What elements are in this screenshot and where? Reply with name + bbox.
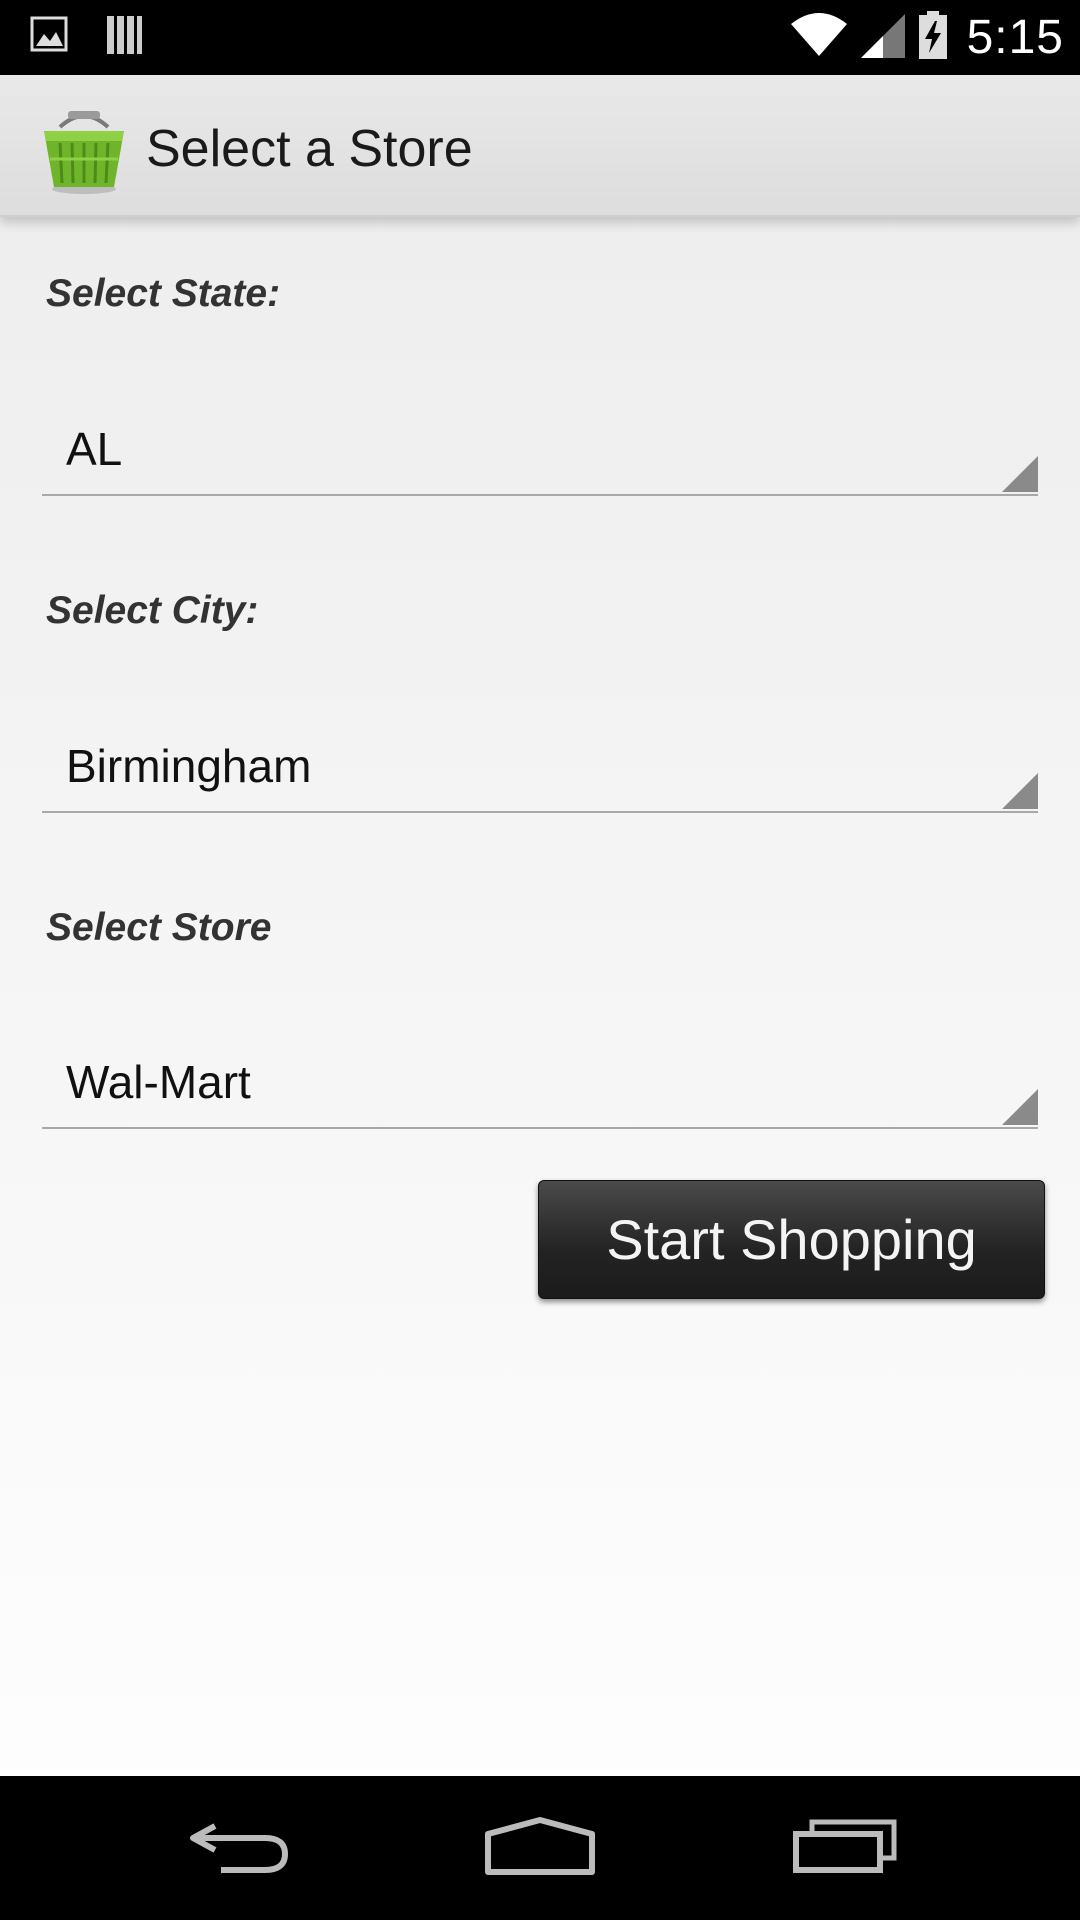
battery-charging-icon <box>917 9 949 66</box>
action-bar: Select a Store <box>0 75 1080 217</box>
shopping-basket-icon <box>38 103 130 195</box>
city-label: Select City: <box>46 589 259 632</box>
storage-notification-icon <box>104 12 144 61</box>
back-icon <box>185 1816 295 1881</box>
state-value: AL <box>66 423 123 475</box>
dropdown-arrow-icon <box>1002 456 1038 492</box>
dropdown-arrow-icon <box>1002 773 1038 809</box>
recent-apps-icon <box>792 1818 898 1879</box>
dropdown-arrow-icon <box>1002 1089 1038 1125</box>
status-bar: 5:15 <box>0 0 1080 75</box>
wifi-icon <box>789 10 849 65</box>
recent-apps-button[interactable] <box>775 1796 915 1900</box>
home-icon <box>484 1816 596 1881</box>
city-value: Birmingham <box>66 740 312 792</box>
city-spinner[interactable]: Birmingham <box>42 739 1038 813</box>
store-spinner[interactable]: Wal-Mart <box>42 1055 1038 1129</box>
start-shopping-button[interactable]: Start Shopping <box>538 1180 1045 1299</box>
image-notification-icon <box>30 14 70 59</box>
state-spinner[interactable]: AL <box>42 422 1038 496</box>
clock: 5:15 <box>966 11 1064 64</box>
store-value: Wal-Mart <box>66 1056 251 1108</box>
signal-icon <box>859 10 907 65</box>
back-button[interactable] <box>170 1796 310 1900</box>
home-button[interactable] <box>470 1796 610 1900</box>
navigation-bar <box>0 1776 1080 1920</box>
store-label: Select Store <box>46 906 272 949</box>
page-title: Select a Store <box>146 120 473 178</box>
state-label: Select State: <box>46 272 281 315</box>
